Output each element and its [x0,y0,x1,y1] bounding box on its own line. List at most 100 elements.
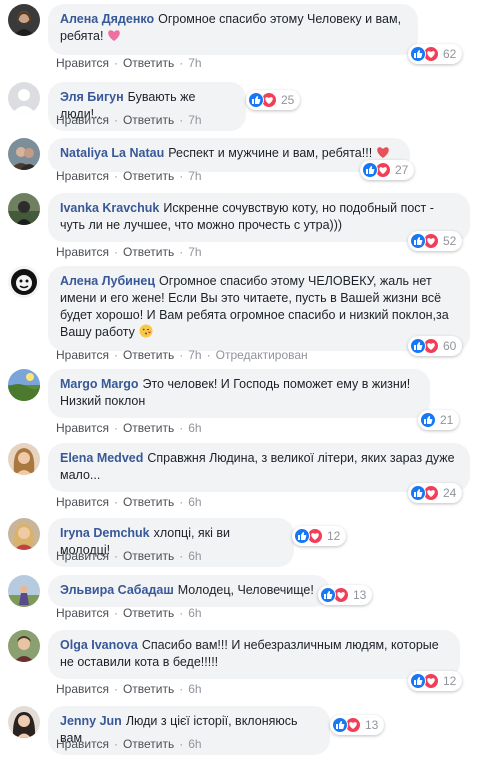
like-button[interactable]: Нравится [56,606,109,620]
kiss-icon [139,324,153,343]
reply-button[interactable]: Ответить [123,245,174,259]
like-button[interactable]: Нравится [56,169,109,183]
comment-author[interactable]: Эльвира Сабадаш [60,583,174,597]
like-button[interactable]: Нравится [56,421,109,435]
comment-actions: Нравится · Ответить · 7h [56,245,202,259]
reaction-summary[interactable]: 27 [360,160,415,180]
reaction-count: 24 [443,486,457,500]
timestamp[interactable]: 6h [188,549,201,563]
reaction-summary[interactable]: 13 [330,715,385,735]
avatar[interactable] [8,575,40,607]
like-button[interactable]: Нравится [56,549,109,563]
reaction-summary[interactable]: 62 [408,44,463,64]
comment-bubble: Ivanka Kravchuk Искренне сочувствую коту,… [48,193,470,242]
timestamp[interactable]: 6h [188,737,201,751]
reaction-summary[interactable]: 13 [318,585,373,605]
comment-list: Алена Дяденко Огромное спасибо этому Чело… [0,0,490,761]
separator: · [179,737,184,751]
reply-button[interactable]: Ответить [123,56,174,70]
reply-button[interactable]: Ответить [123,737,174,751]
heart-icon [107,29,121,47]
reply-button[interactable]: Ответить [123,169,174,183]
timestamp[interactable]: 6h [188,606,201,620]
reaction-count: 60 [443,339,457,353]
avatar[interactable] [8,4,40,36]
reply-button[interactable]: Ответить [123,606,174,620]
separator: · [179,169,184,183]
reaction-summary[interactable]: 21 [418,410,460,430]
comment-author[interactable]: Nataliya La Natau [60,146,164,160]
comment-bubble: Nataliya La Natau Респект и мужчине и вам… [48,138,410,172]
separator: · [179,113,184,127]
comment-bubble: Elena Medved Справжня Людина, з великої л… [48,443,470,492]
avatar[interactable] [8,82,40,114]
comment-author[interactable]: Ivanka Kravchuk [60,201,159,215]
comment-actions: Нравится · Ответить · 7h · Отредактирован [56,348,308,362]
avatar[interactable] [8,369,40,401]
like-icon [410,485,426,501]
reply-button[interactable]: Ответить [123,421,174,435]
comment-bubble: Эльвира Сабадаш Молодец, Человечище! [48,575,330,607]
comment-author[interactable]: Эля Бигун [60,90,124,104]
comment-author[interactable]: Iryna Demchuk [60,526,150,540]
timestamp[interactable]: 7h [188,169,201,183]
avatar[interactable] [8,266,40,298]
comment-text: Респект и мужчине и вам, ребята!!! [168,146,373,160]
like-icon [248,92,264,108]
comment-actions: Нравится · Ответить · 6h [56,549,202,563]
like-button[interactable]: Нравится [56,245,109,259]
avatar[interactable] [8,518,40,550]
reaction-count: 13 [365,718,379,732]
timestamp[interactable]: 7h [188,56,201,70]
like-button[interactable]: Нравится [56,348,109,362]
avatar[interactable] [8,706,40,738]
avatar[interactable] [8,443,40,475]
reaction-summary[interactable]: 25 [246,90,301,110]
reaction-count: 27 [395,163,409,177]
avatar[interactable] [8,138,40,170]
edited-label[interactable]: Отредактирован [216,348,308,362]
like-icon [410,338,426,354]
reply-button[interactable]: Ответить [123,495,174,509]
reply-button[interactable]: Ответить [123,348,174,362]
reply-button[interactable]: Ответить [123,113,174,127]
reaction-count: 13 [353,588,367,602]
separator: · [179,348,184,362]
avatar[interactable] [8,193,40,225]
reaction-summary[interactable]: 24 [408,483,463,503]
separator: · [113,421,118,435]
like-button[interactable]: Нравится [56,737,109,751]
timestamp[interactable]: 7h [188,113,201,127]
comment-author[interactable]: Алена Лубинец [60,274,155,288]
like-button[interactable]: Нравится [56,495,109,509]
comment-text: Молодец, Человечище! [177,583,314,597]
reaction-summary[interactable]: 52 [408,231,463,251]
timestamp[interactable]: 6h [188,682,201,696]
reaction-summary[interactable]: 12 [408,671,463,691]
avatar[interactable] [8,630,40,662]
comment-author[interactable]: Jenny Jun [60,714,122,728]
timestamp[interactable]: 6h [188,495,201,509]
comment-author[interactable]: Алена Дяденко [60,12,154,26]
timestamp[interactable]: 7h [188,245,201,259]
comment-actions: Нравится · Ответить · 6h [56,682,202,696]
reaction-summary[interactable]: 12 [292,526,347,546]
timestamp[interactable]: 7h [188,348,201,362]
like-button[interactable]: Нравится [56,56,109,70]
reaction-summary[interactable]: 60 [408,336,463,356]
separator: · [113,169,118,183]
comment-bubble: Olga Ivanova Спасибо вам!!! И небезразлич… [48,630,460,679]
comment-actions: Нравится · Ответить · 6h [56,606,202,620]
comment-author[interactable]: Olga Ivanova [60,638,138,652]
like-button[interactable]: Нравится [56,682,109,696]
timestamp[interactable]: 6h [188,421,201,435]
separator: · [113,56,118,70]
like-button[interactable]: Нравится [56,113,109,127]
reply-button[interactable]: Ответить [123,549,174,563]
separator: · [179,495,184,509]
comment-author[interactable]: Elena Medved [60,451,143,465]
like-icon [332,717,348,733]
reaction-count: 12 [443,674,457,688]
reply-button[interactable]: Ответить [123,682,174,696]
comment-author[interactable]: Margo Margo [60,377,138,391]
